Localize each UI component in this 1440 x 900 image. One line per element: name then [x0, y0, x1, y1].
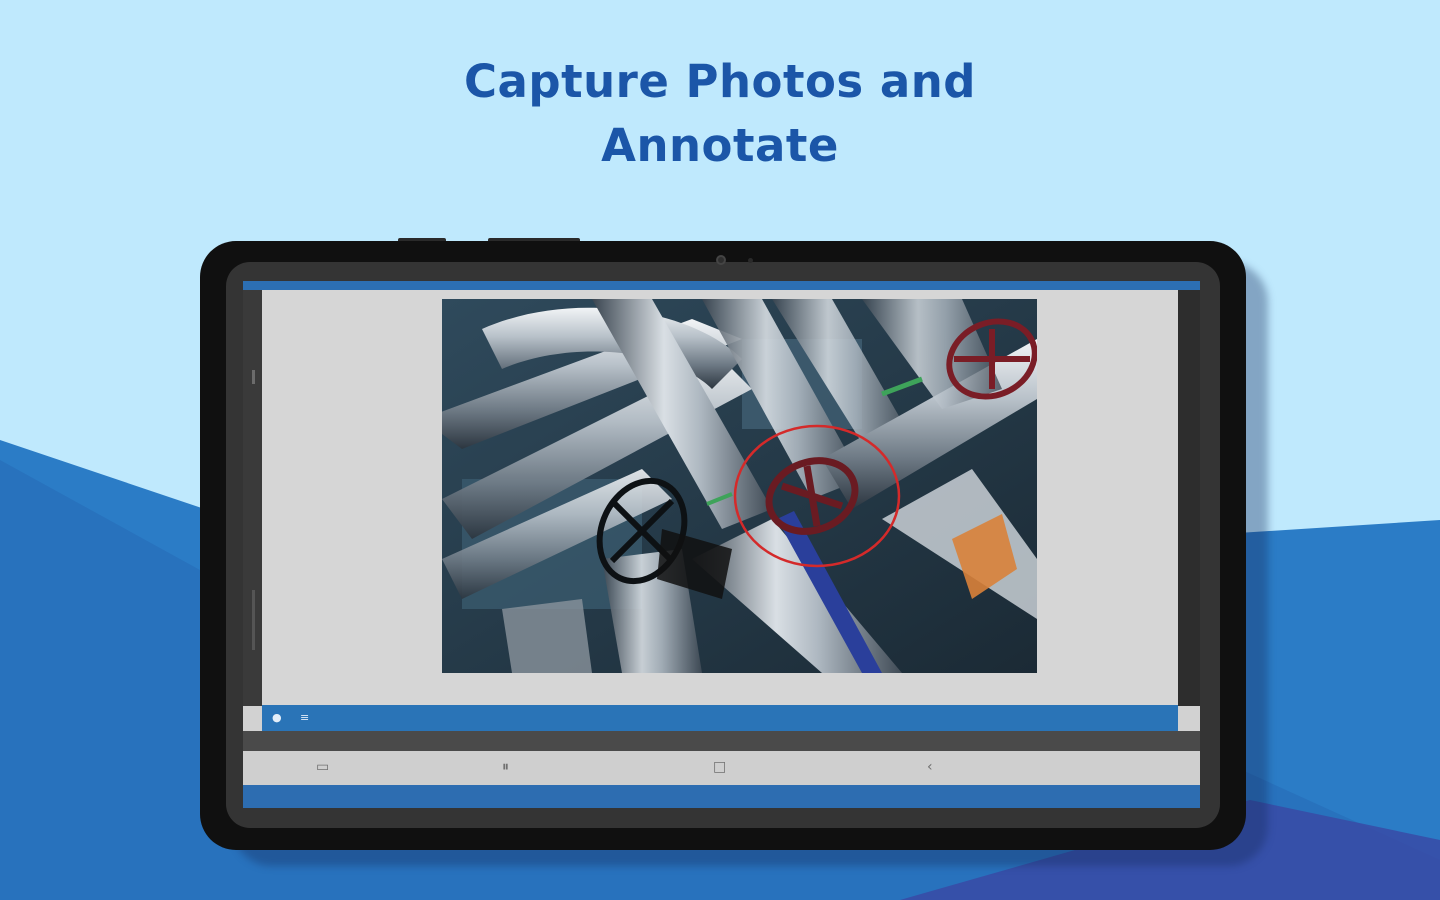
tablet-screen: ● ≡ ▭ ⏸ □ ‹ — [243, 281, 1200, 808]
system-navigation-bar: ▭ ⏸ □ ‹ — [243, 751, 1200, 785]
app-bottom-toolbar: ● ≡ — [262, 705, 1178, 731]
sensor-icon — [748, 258, 753, 263]
photo-canvas[interactable] — [262, 290, 1178, 706]
headline-line-2: Annotate — [601, 119, 839, 172]
left-panel-edge[interactable] — [243, 290, 262, 706]
back-icon[interactable]: ‹ — [927, 759, 933, 775]
comment-icon[interactable]: ● — [272, 711, 282, 725]
right-panel-edge — [1178, 290, 1200, 706]
menu-icon[interactable]: ≡ — [300, 711, 309, 725]
pipes-photo-illustration — [442, 299, 1037, 673]
page-headline: Capture Photos and Annotate — [0, 50, 1440, 178]
annotated-photo[interactable] — [442, 299, 1037, 673]
screen-divider — [243, 731, 1200, 751]
front-camera-icon — [716, 255, 726, 265]
headline-line-1: Capture Photos and — [464, 55, 976, 108]
home-icon[interactable]: □ — [713, 759, 726, 775]
screen-bottom-accent — [243, 785, 1200, 808]
multitask-icon[interactable]: ⏸ — [502, 759, 509, 775]
recent-apps-icon[interactable]: ▭ — [316, 759, 329, 775]
status-bar — [243, 281, 1200, 290]
